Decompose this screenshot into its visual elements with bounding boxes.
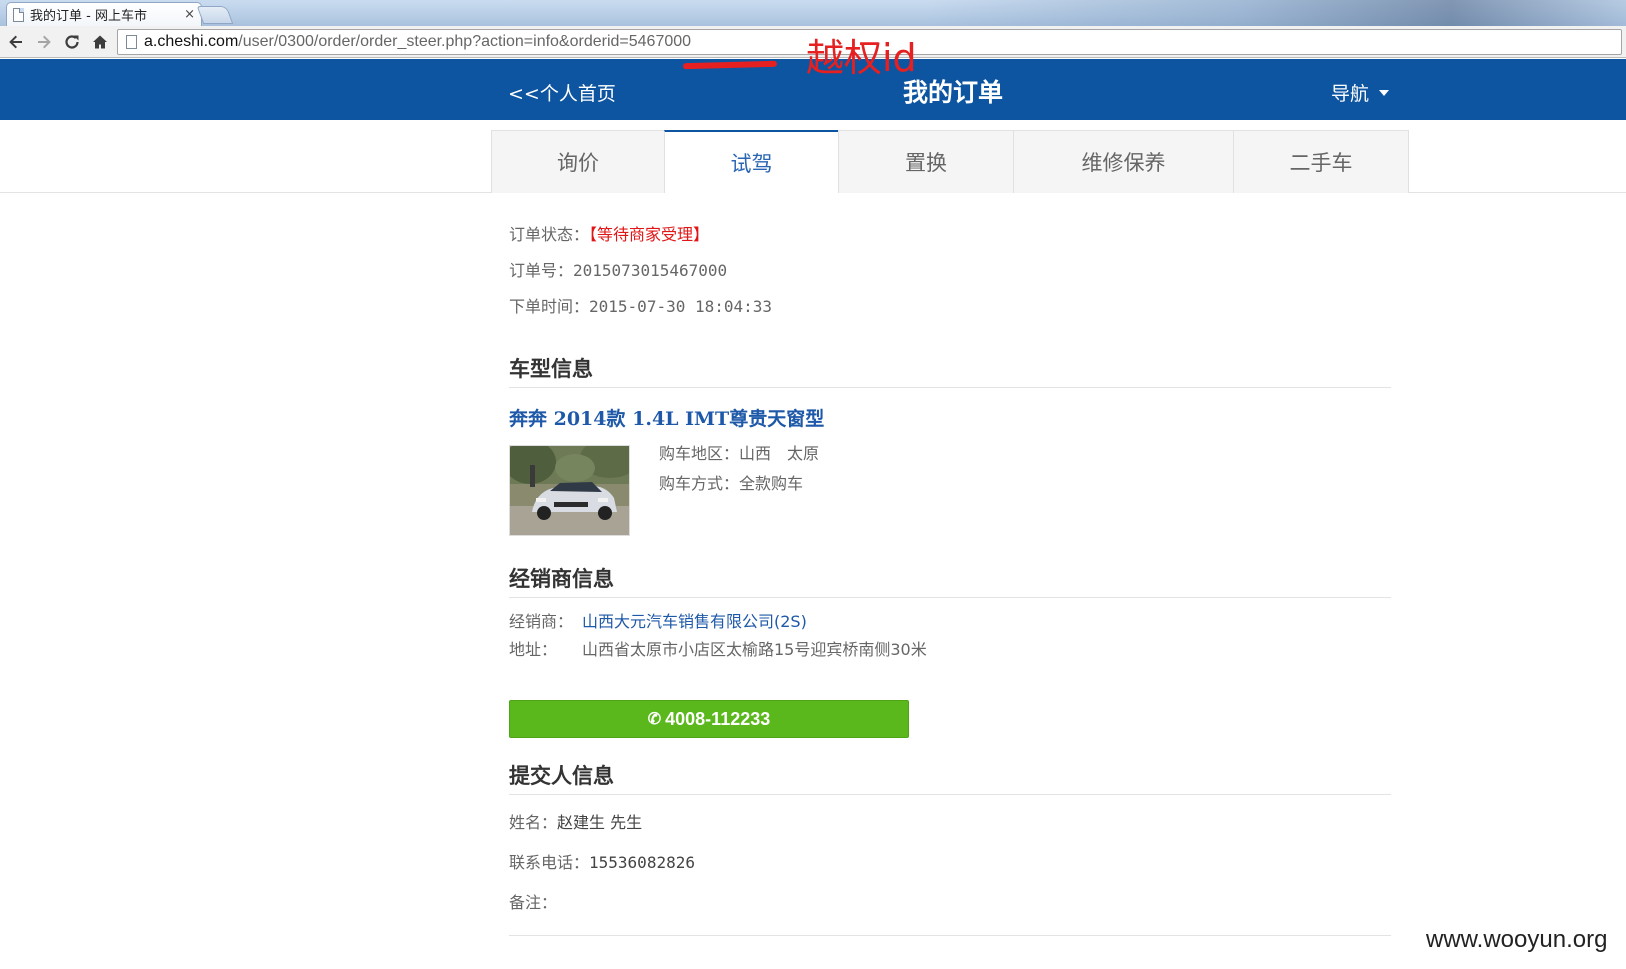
nav-dropdown-label: 导航 bbox=[1331, 83, 1370, 105]
order-tabs: 询价 试驾 置换 维修保养 二手车 bbox=[491, 130, 1409, 193]
submitter-phone-row: 联系电话：15536082826 bbox=[509, 849, 695, 873]
submitter-remark-label: 备注： bbox=[509, 893, 558, 912]
submitter-name-row: 姓名：赵建生 先生 bbox=[509, 809, 642, 833]
dealer-address-label: 地址： bbox=[509, 640, 558, 659]
tab-used-car[interactable]: 二手车 bbox=[1233, 130, 1409, 193]
page-icon bbox=[13, 7, 24, 22]
tab-maintenance[interactable]: 维修保养 bbox=[1013, 130, 1234, 193]
submitter-phone-label: 联系电话： bbox=[509, 853, 590, 872]
order-status-row: 订单状态：【等待商家受理】 bbox=[509, 221, 709, 245]
dealer-name-label: 经销商： bbox=[509, 612, 574, 631]
watermark: www.wooyun.org bbox=[1426, 926, 1608, 953]
back-arrow-icon[interactable] bbox=[5, 31, 27, 53]
forward-arrow-icon[interactable] bbox=[33, 31, 55, 53]
window-frame-background bbox=[926, 0, 1626, 26]
close-tab-icon[interactable]: × bbox=[184, 7, 195, 22]
dealer-address-value: 山西省太原市小店区太榆路15号迎宾桥南侧30米 bbox=[582, 640, 927, 659]
order-tabs-bar: 询价 试驾 置换 维修保养 二手车 bbox=[0, 120, 1626, 193]
browser-tab[interactable]: 我的订单 - 网上车市 × bbox=[6, 2, 202, 26]
submitter-section-title: 提交人信息 bbox=[509, 764, 614, 788]
submitter-name-label: 姓名： bbox=[509, 813, 558, 832]
car-info: 购车地区：山西 太原 购车方式：全款购车 bbox=[659, 443, 819, 503]
new-tab-button[interactable] bbox=[196, 6, 234, 24]
url-path: /user/0300/order/order_steer.php?action=… bbox=[238, 33, 692, 50]
order-time-label: 下单时间： bbox=[509, 297, 590, 316]
call-dealer-button[interactable]: ✆ 4008-112233 bbox=[509, 700, 909, 738]
url-host: a.cheshi.com bbox=[144, 33, 239, 50]
tab-trade-in[interactable]: 置换 bbox=[838, 130, 1014, 193]
purchase-region-label: 购车地区： bbox=[659, 444, 740, 463]
divider bbox=[509, 597, 1391, 598]
submitter-name-value: 赵建生 先生 bbox=[557, 813, 643, 832]
call-dealer-number: 4008-112233 bbox=[665, 708, 771, 729]
page-icon bbox=[126, 35, 137, 49]
annotation-text: 越权id bbox=[806, 36, 917, 80]
divider bbox=[509, 387, 1391, 388]
dealer-section-title: 经销商信息 bbox=[509, 567, 614, 591]
car-model-link[interactable]: 奔奔 2014款 1.4L IMT尊贵天窗型 bbox=[509, 404, 824, 431]
purchase-method-value: 全款购车 bbox=[739, 474, 804, 493]
purchase-region-value: 山西 太原 bbox=[739, 444, 820, 463]
nav-dropdown[interactable]: 导航 bbox=[1331, 79, 1390, 106]
order-number-label: 订单号： bbox=[509, 261, 574, 280]
divider bbox=[509, 794, 1391, 795]
car-photo[interactable] bbox=[509, 445, 630, 536]
order-number-value: 2015073015467000 bbox=[573, 261, 728, 280]
purchase-region-row: 购车地区：山西 太原 bbox=[659, 443, 819, 473]
dealer-address-row: 地址： 山西省太原市小店区太榆路15号迎宾桥南侧30米 bbox=[509, 636, 927, 660]
divider bbox=[509, 935, 1391, 936]
reload-icon[interactable] bbox=[61, 31, 83, 53]
purchase-method-row: 购车方式：全款购车 bbox=[659, 473, 819, 503]
browser-tabstrip: 我的订单 - 网上车市 × bbox=[0, 0, 1626, 26]
dealer-name-link[interactable]: 山西大元汽车销售有限公司(2S) bbox=[582, 612, 807, 631]
home-icon[interactable] bbox=[89, 31, 111, 53]
order-status-label: 订单状态： bbox=[509, 225, 590, 244]
dealer-name-row: 经销商： 山西大元汽车销售有限公司(2S) bbox=[509, 608, 807, 632]
order-time-value: 2015-07-30 18:04:33 bbox=[589, 297, 773, 316]
phone-icon: ✆ bbox=[647, 711, 662, 728]
order-status-badge: 【等待商家受理】 bbox=[589, 225, 710, 244]
purchase-method-label: 购车方式： bbox=[659, 474, 740, 493]
order-time-row: 下单时间：2015-07-30 18:04:33 bbox=[509, 293, 772, 317]
caret-down-icon bbox=[1379, 89, 1390, 96]
submitter-phone-value: 15536082826 bbox=[589, 853, 695, 872]
tab-title: 我的订单 - 网上车市 bbox=[30, 9, 147, 24]
tab-test-drive[interactable]: 试驾 bbox=[664, 130, 839, 193]
car-section-title: 车型信息 bbox=[509, 357, 593, 381]
order-number-row: 订单号：2015073015467000 bbox=[509, 257, 727, 281]
tab-inquiry[interactable]: 询价 bbox=[491, 130, 665, 193]
submitter-remark-row: 备注： bbox=[509, 889, 557, 913]
